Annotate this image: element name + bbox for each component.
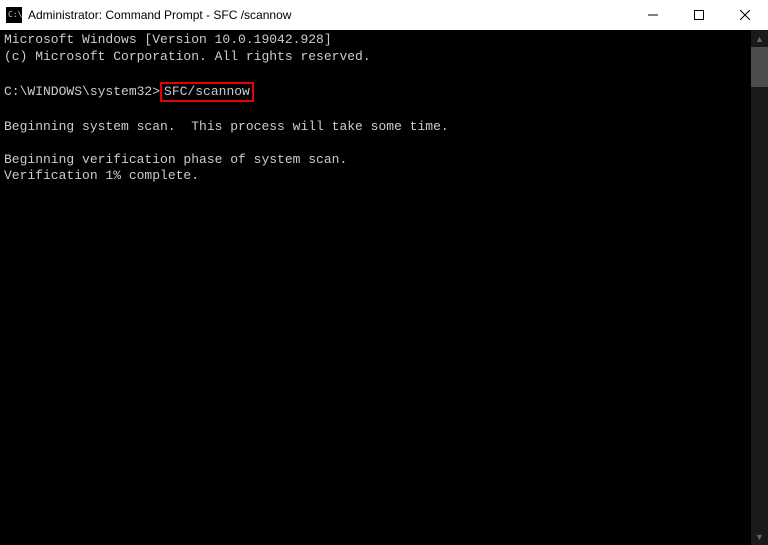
terminal-line: Beginning system scan. This process will… <box>4 119 449 134</box>
titlebar[interactable]: C:\ Administrator: Command Prompt - SFC … <box>0 0 768 30</box>
command-prompt-window: C:\ Administrator: Command Prompt - SFC … <box>0 0 768 545</box>
minimize-icon <box>648 10 658 20</box>
maximize-icon <box>694 10 704 20</box>
minimize-button[interactable] <box>630 0 676 30</box>
cmd-icon: C:\ <box>6 7 22 23</box>
terminal-line: Verification 1% complete. <box>4 168 199 183</box>
prompt-prefix: C:\WINDOWS\system32> <box>4 84 160 99</box>
terminal-line: (c) Microsoft Corporation. All rights re… <box>4 49 371 64</box>
vertical-scrollbar[interactable]: ▲ ▼ <box>751 30 768 545</box>
maximize-button[interactable] <box>676 0 722 30</box>
scroll-down-arrow-icon[interactable]: ▼ <box>751 528 768 545</box>
terminal-area: Microsoft Windows [Version 10.0.19042.92… <box>0 30 768 545</box>
command-highlight: SFC/scannow <box>160 82 254 103</box>
window-controls <box>630 0 768 30</box>
terminal-output[interactable]: Microsoft Windows [Version 10.0.19042.92… <box>0 30 751 545</box>
close-button[interactable] <box>722 0 768 30</box>
scroll-up-arrow-icon[interactable]: ▲ <box>751 30 768 47</box>
command-text: SFC/scannow <box>164 84 250 99</box>
window-title: Administrator: Command Prompt - SFC /sca… <box>28 8 630 22</box>
scrollbar-thumb[interactable] <box>751 47 768 87</box>
close-icon <box>740 10 750 20</box>
terminal-line: Microsoft Windows [Version 10.0.19042.92… <box>4 32 332 47</box>
terminal-line: Beginning verification phase of system s… <box>4 152 347 167</box>
